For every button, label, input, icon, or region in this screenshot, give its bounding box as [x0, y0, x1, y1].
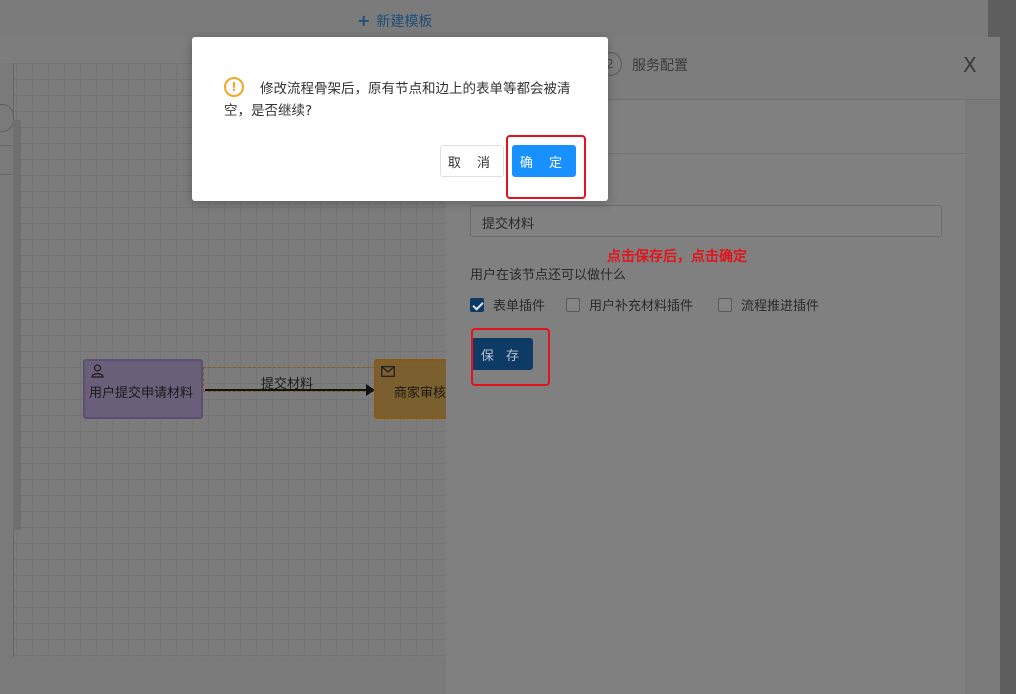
- option-label: 流程推进插件: [741, 299, 820, 314]
- mail-icon: [381, 365, 395, 381]
- cancel-button[interactable]: 取 消: [440, 145, 504, 177]
- flow-node-merchant-review[interactable]: 商家审核: [374, 359, 446, 419]
- flow-node-merchant-label: 商家审核: [394, 386, 446, 401]
- top-bar: + 新建模板: [0, 0, 988, 37]
- flow-node-user-label: 用户提交申请材料: [89, 386, 194, 401]
- new-template-label: 新建模板: [376, 14, 433, 30]
- toolbar-item[interactable]: [0, 145, 12, 175]
- option-label: 表单插件: [493, 299, 546, 314]
- user-icon: [91, 364, 104, 382]
- flow-edge-label: 提交材料: [261, 377, 314, 392]
- highlight-confirm-box: [506, 135, 586, 199]
- close-icon[interactable]: X: [963, 53, 977, 77]
- flow-node-user[interactable]: 用户提交申请材料: [83, 359, 203, 419]
- checkbox-checked-icon[interactable]: [470, 297, 484, 312]
- checkbox-icon[interactable]: [566, 297, 580, 312]
- option-label: 用户补充材料插件: [589, 299, 694, 314]
- step-label[interactable]: 服务配置: [632, 55, 688, 75]
- new-template-button[interactable]: + 新建模板: [357, 11, 432, 31]
- toolbar-round-button[interactable]: [0, 104, 14, 132]
- highlight-save-box: [471, 328, 550, 386]
- option-advance-plugin[interactable]: 流程推进插件: [718, 295, 819, 314]
- node-name-input[interactable]: 提交材料: [470, 205, 942, 237]
- option-form-plugin[interactable]: 表单插件: [470, 295, 545, 314]
- dialog-message: 修改流程骨架后，原有节点和边上的表单等都会被清空，是否继续?: [224, 81, 571, 119]
- annotation-hint: 点击保存后，点击确定: [607, 249, 747, 265]
- checkbox-icon[interactable]: [718, 297, 732, 312]
- plus-icon: +: [357, 11, 371, 30]
- left-toolbar: [0, 63, 14, 657]
- plugin-question-label: 用户在该节点还可以做什么: [470, 268, 627, 283]
- canvas-scrollbar[interactable]: [13, 120, 21, 530]
- option-supplement-plugin[interactable]: 用户补充材料插件: [566, 295, 693, 314]
